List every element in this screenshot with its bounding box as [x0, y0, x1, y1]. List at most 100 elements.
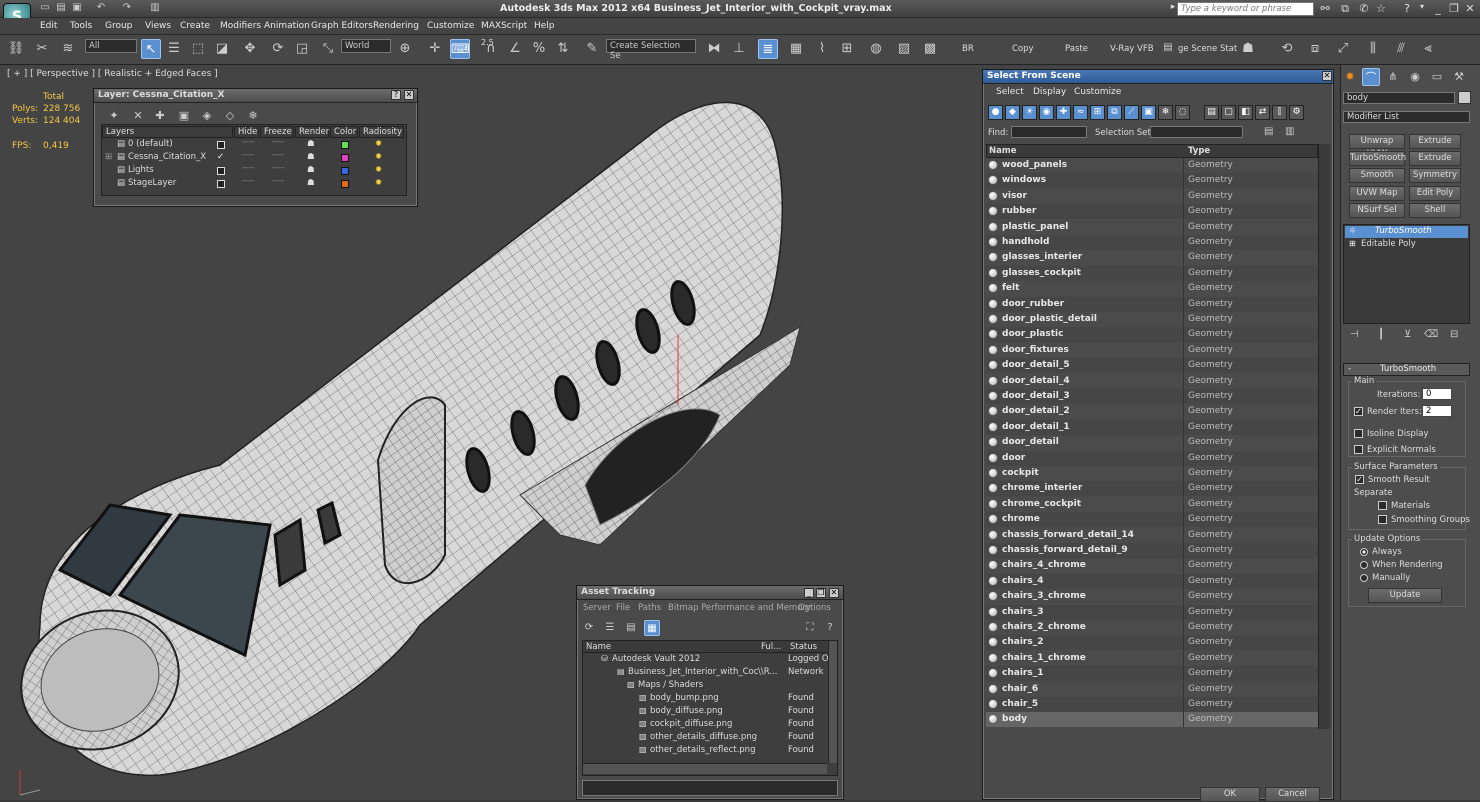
scene-object-row[interactable]: door_plastic Geometry: [986, 327, 1318, 343]
smoothing-groups-checkbox[interactable]: [1378, 515, 1387, 524]
menu-graph-editors[interactable]: Graph Editors: [311, 21, 373, 31]
explicit-normals-checkbox[interactable]: [1354, 445, 1363, 454]
asset-row[interactable]: ▧ body_diffuse.png Found: [583, 706, 828, 719]
menu-customize[interactable]: Customize: [427, 21, 474, 31]
filter-hidden-icon[interactable]: ◌: [1175, 105, 1190, 120]
layer-highlight-icon[interactable]: ◈: [197, 106, 217, 126]
layer-dialog-titlebar[interactable]: Layer: Cessna_Citation_X: [94, 89, 417, 103]
new-file-icon[interactable]: ▭: [38, 2, 52, 15]
asset-refresh-icon[interactable]: ⟳: [581, 620, 597, 636]
asset-menu-file[interactable]: File: [616, 603, 630, 613]
layer-hide-toggle[interactable]: ----: [242, 163, 254, 173]
select-scene-menu-select[interactable]: Select: [996, 87, 1024, 97]
layer-delete-icon[interactable]: ✕: [128, 106, 148, 126]
scene-object-row[interactable]: chairs_4 Geometry: [986, 573, 1318, 589]
scene-object-row[interactable]: door_rubber Geometry: [986, 296, 1318, 312]
angle-snap-icon[interactable]: ∠: [505, 39, 525, 59]
layer-freeze-all-icon[interactable]: ❄: [243, 106, 263, 126]
asset-row[interactable]: ▨ Maps / Shaders: [583, 680, 828, 693]
layer-hide-toggle[interactable]: ----: [242, 176, 254, 186]
scene-states-button[interactable]: ge Scene Stat: [1178, 44, 1237, 54]
stack-item-editable-poly[interactable]: ⊞ Editable Poly: [1345, 239, 1468, 251]
col-type-header[interactable]: Type: [1188, 146, 1210, 156]
extra-tool-2-icon[interactable]: ⧈: [1305, 39, 1325, 59]
reference-coordinate-dropdown[interactable]: World: [341, 39, 391, 53]
menu-animation[interactable]: Animation: [264, 21, 310, 31]
layer-render-teapot-icon[interactable]: ☗: [307, 178, 315, 188]
teapot-render-icon[interactable]: ☗: [1238, 39, 1258, 59]
uvw-map-button[interactable]: UVW Map: [1349, 186, 1405, 201]
render-iters-spinner[interactable]: 2: [1422, 405, 1452, 417]
scene-object-row[interactable]: door_detail_5 Geometry: [986, 358, 1318, 374]
smooth-result-checkbox[interactable]: ✓: [1355, 475, 1364, 484]
layer-color-swatch[interactable]: [341, 141, 349, 149]
turbosmooth-rollout-header[interactable]: - TurboSmooth: [1343, 363, 1470, 376]
filter-shapes-icon[interactable]: ◆: [1005, 105, 1020, 120]
create-tab-icon[interactable]: ✸: [1341, 68, 1359, 86]
layer-radiosity-icon[interactable]: ✹: [375, 139, 382, 149]
scene-object-row[interactable]: body Geometry: [986, 712, 1318, 728]
asset-row[interactable]: ▧ cockpit_diffuse.png Found: [583, 719, 828, 732]
col-name-header[interactable]: Name: [989, 146, 1016, 156]
scene-object-row[interactable]: cockpit Geometry: [986, 466, 1318, 481]
layer-freeze-toggle[interactable]: ----: [272, 150, 284, 160]
selection-filter-dropdown[interactable]: All: [85, 39, 137, 53]
asset-row[interactable]: ▤ Business_Jet_Interior_with_Coc... \\R...…: [583, 667, 828, 680]
select-scene-menu-customize[interactable]: Customize: [1074, 87, 1121, 97]
scene-object-row[interactable]: chrome_interier Geometry: [986, 481, 1318, 497]
help-dropdown-icon[interactable]: ▾: [1414, 2, 1430, 11]
pivot-center-icon[interactable]: ⊕: [395, 39, 415, 59]
spinner-snap-icon[interactable]: ⇅: [553, 39, 573, 59]
scene-object-row[interactable]: door_fixtures Geometry: [986, 342, 1318, 358]
scene-object-row[interactable]: chair_5 Geometry: [986, 697, 1318, 712]
filter-space-warps-icon[interactable]: ≈: [1073, 105, 1088, 120]
rectangular-selection-icon[interactable]: ⬚: [188, 39, 208, 59]
layer-hide-toggle[interactable]: ----: [242, 137, 254, 147]
asset-grid-icon[interactable]: ▦: [644, 620, 660, 636]
layer-render-teapot-icon[interactable]: ☗: [307, 139, 315, 149]
layer-col-color[interactable]: Color: [330, 126, 358, 138]
asset-hscrollbar[interactable]: [583, 763, 827, 774]
asset-col-status[interactable]: Status: [790, 642, 817, 652]
menu-rendering[interactable]: Rendering: [373, 21, 419, 31]
window-crossing-icon[interactable]: ◪: [212, 39, 232, 59]
minimize-icon[interactable]: _: [1430, 2, 1446, 15]
isoline-checkbox[interactable]: [1354, 429, 1363, 438]
open-file-icon[interactable]: ▤: [54, 2, 68, 15]
snaps-toggle-icon[interactable]: ∩: [481, 39, 501, 59]
scene-object-row[interactable]: glasses_cockpit Geometry: [986, 265, 1318, 281]
find-input[interactable]: [1011, 126, 1087, 138]
filter-bones-icon[interactable]: ⟋: [1124, 105, 1139, 120]
filter-groups-icon[interactable]: ⊞: [1090, 105, 1105, 120]
layer-col-radiosity[interactable]: Radiosity: [359, 126, 404, 138]
layer-select-objects-icon[interactable]: ▣: [174, 106, 194, 126]
filter-helpers-icon[interactable]: ✚: [1056, 105, 1071, 120]
menu-help[interactable]: Help: [534, 21, 555, 31]
selection-set-tool-icon[interactable]: ▤: [1264, 126, 1273, 137]
layer-col-layers[interactable]: Layers: [102, 126, 233, 138]
scene-object-row[interactable]: handhold Geometry: [986, 235, 1318, 250]
asset-row[interactable]: ▧ other_details_diffuse.png Found: [583, 732, 828, 745]
layer-color-swatch[interactable]: [341, 180, 349, 188]
scene-object-row[interactable]: chairs_3 Geometry: [986, 604, 1318, 620]
keyboard-shortcut-toggle-icon[interactable]: ⌨: [450, 39, 470, 59]
layer-hide-toggle[interactable]: ----: [242, 150, 254, 160]
scene-object-row[interactable]: chairs_1 Geometry: [986, 666, 1318, 682]
graphite-ribbon-icon[interactable]: ▦: [786, 39, 806, 59]
asset-menu-server[interactable]: Server: [583, 603, 611, 613]
layer-render-teapot-icon[interactable]: ☗: [307, 165, 315, 175]
asset-row[interactable]: ▧ body_bump.png Found: [583, 693, 828, 706]
remove-modifier-icon[interactable]: ⌫: [1424, 329, 1438, 340]
layer-freeze-toggle[interactable]: ----: [272, 137, 284, 147]
vray-vfb-button[interactable]: V-Ray VFB: [1110, 44, 1154, 54]
scene-object-row[interactable]: door_detail_4 Geometry: [986, 373, 1318, 389]
select-scene-close-icon[interactable]: ✕: [1322, 71, 1332, 81]
menu-modifiers[interactable]: Modifiers: [220, 21, 261, 31]
extrude-button[interactable]: Extrude: [1409, 134, 1461, 149]
select-by-name-icon[interactable]: ☰: [164, 39, 184, 59]
display-tab-icon[interactable]: ▭: [1428, 68, 1446, 86]
scene-object-row[interactable]: door_detail_3 Geometry: [986, 389, 1318, 404]
filter-select-none-icon[interactable]: ▢: [1221, 105, 1236, 120]
binoculars-icon[interactable]: ⚯: [1317, 2, 1333, 15]
filter-filter-options-icon[interactable]: ⚙: [1289, 105, 1304, 120]
